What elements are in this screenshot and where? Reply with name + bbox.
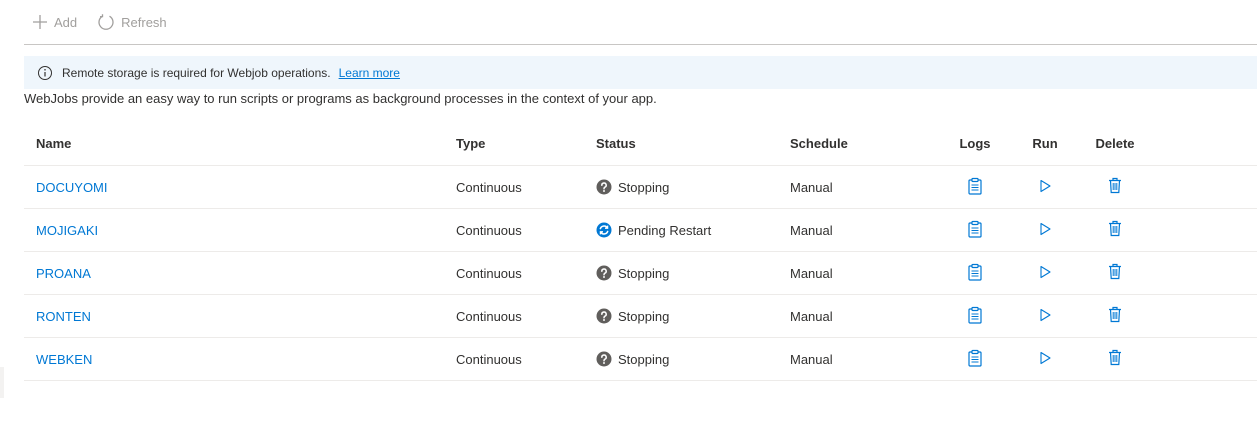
refresh-button-label: Refresh: [121, 14, 167, 30]
webjob-schedule: Manual: [790, 337, 940, 381]
webjob-type: Continuous: [456, 251, 596, 295]
status-text: Stopping: [618, 351, 670, 367]
run-button[interactable]: [1038, 222, 1052, 236]
run-button[interactable]: [1038, 308, 1052, 322]
delete-button[interactable]: [1108, 177, 1122, 194]
delete-button[interactable]: [1108, 263, 1122, 280]
webjob-name-link[interactable]: PROANA: [36, 266, 91, 281]
play-icon: [1040, 351, 1051, 364]
webjob-type: Continuous: [456, 208, 596, 252]
question-icon: [596, 351, 612, 367]
plus-icon: [33, 15, 47, 29]
clipboard-icon: [968, 220, 982, 238]
page-description: WebJobs provide an easy way to run scrip…: [24, 91, 657, 106]
clipboard-icon: [968, 177, 982, 195]
webjobs-table: Name Type Status Schedule Logs Run Delet…: [24, 122, 1257, 381]
clipboard-icon: [968, 349, 982, 367]
refresh-button[interactable]: Refresh: [89, 6, 175, 38]
column-header-delete: Delete: [1080, 122, 1150, 166]
status-cell: Pending Restart: [596, 222, 790, 238]
logs-button[interactable]: [967, 263, 983, 281]
add-button[interactable]: Add: [24, 6, 85, 38]
delete-button[interactable]: [1108, 220, 1122, 237]
webjob-schedule: Manual: [790, 251, 940, 295]
info-banner: Remote storage is required for Webjob op…: [24, 56, 1257, 89]
webjob-schedule: Manual: [790, 208, 940, 252]
run-button[interactable]: [1038, 265, 1052, 279]
webjob-schedule: Manual: [790, 165, 940, 209]
status-text: Stopping: [618, 308, 670, 324]
column-header-schedule[interactable]: Schedule: [790, 122, 940, 166]
delete-button[interactable]: [1108, 306, 1122, 323]
webjob-name-link[interactable]: WEBKEN: [36, 352, 92, 367]
trash-icon: [1109, 263, 1121, 280]
webjob-name-link[interactable]: RONTEN: [36, 309, 91, 324]
trash-icon: [1109, 349, 1121, 366]
logs-button[interactable]: [967, 177, 983, 195]
question-icon: [596, 179, 612, 195]
column-header-run: Run: [1010, 122, 1080, 166]
webjob-type: Continuous: [456, 337, 596, 381]
status-cell: Stopping: [596, 351, 790, 367]
refresh-icon: [98, 14, 114, 30]
info-icon: [37, 65, 53, 81]
play-icon: [1040, 179, 1051, 192]
webjob-type: Continuous: [456, 165, 596, 209]
play-icon: [1040, 308, 1051, 321]
clipboard-icon: [968, 263, 982, 281]
clipboard-icon: [968, 306, 982, 324]
column-header-status[interactable]: Status: [596, 122, 790, 166]
question-icon: [596, 308, 612, 324]
status-cell: Stopping: [596, 265, 790, 281]
column-header-logs: Logs: [940, 122, 1010, 166]
table-row: WEBKEN Continuous Stopping Manual: [24, 337, 1257, 381]
delete-button[interactable]: [1108, 349, 1122, 366]
column-header-spacer: [1150, 122, 1257, 166]
logs-button[interactable]: [967, 306, 983, 324]
run-button[interactable]: [1038, 351, 1052, 365]
play-icon: [1040, 265, 1051, 278]
learn-more-link[interactable]: Learn more: [339, 66, 400, 80]
table-header-row: Name Type Status Schedule Logs Run Delet…: [24, 122, 1257, 166]
webjob-name-link[interactable]: DOCUYOMI: [36, 180, 108, 195]
scroll-edge: [0, 367, 4, 398]
logs-button[interactable]: [967, 349, 983, 367]
table-row: DOCUYOMI Continuous Stopping Manual: [24, 165, 1257, 209]
webjob-name-link[interactable]: MOJIGAKI: [36, 223, 98, 238]
webjob-schedule: Manual: [790, 294, 940, 338]
trash-icon: [1109, 220, 1121, 237]
table-row: RONTEN Continuous Stopping Manual: [24, 294, 1257, 338]
webjob-type: Continuous: [456, 294, 596, 338]
column-header-name[interactable]: Name: [24, 122, 456, 166]
status-cell: Stopping: [596, 179, 790, 195]
banner-message: Remote storage is required for Webjob op…: [62, 65, 331, 80]
trash-icon: [1109, 177, 1121, 194]
logs-button[interactable]: [967, 220, 983, 238]
column-header-type[interactable]: Type: [456, 122, 596, 166]
sync-icon: [596, 222, 612, 238]
add-button-label: Add: [54, 14, 78, 30]
question-icon: [596, 265, 612, 281]
status-text: Stopping: [618, 265, 670, 281]
table-row: MOJIGAKI Continuous Pending Restart Manu…: [24, 208, 1257, 252]
command-bar: Add Refresh: [24, 0, 1257, 45]
status-text: Stopping: [618, 179, 670, 195]
status-cell: Stopping: [596, 308, 790, 324]
play-icon: [1040, 222, 1051, 235]
trash-icon: [1109, 306, 1121, 323]
status-text: Pending Restart: [618, 222, 712, 238]
table-row: PROANA Continuous Stopping Manual: [24, 251, 1257, 295]
run-button[interactable]: [1038, 179, 1052, 193]
